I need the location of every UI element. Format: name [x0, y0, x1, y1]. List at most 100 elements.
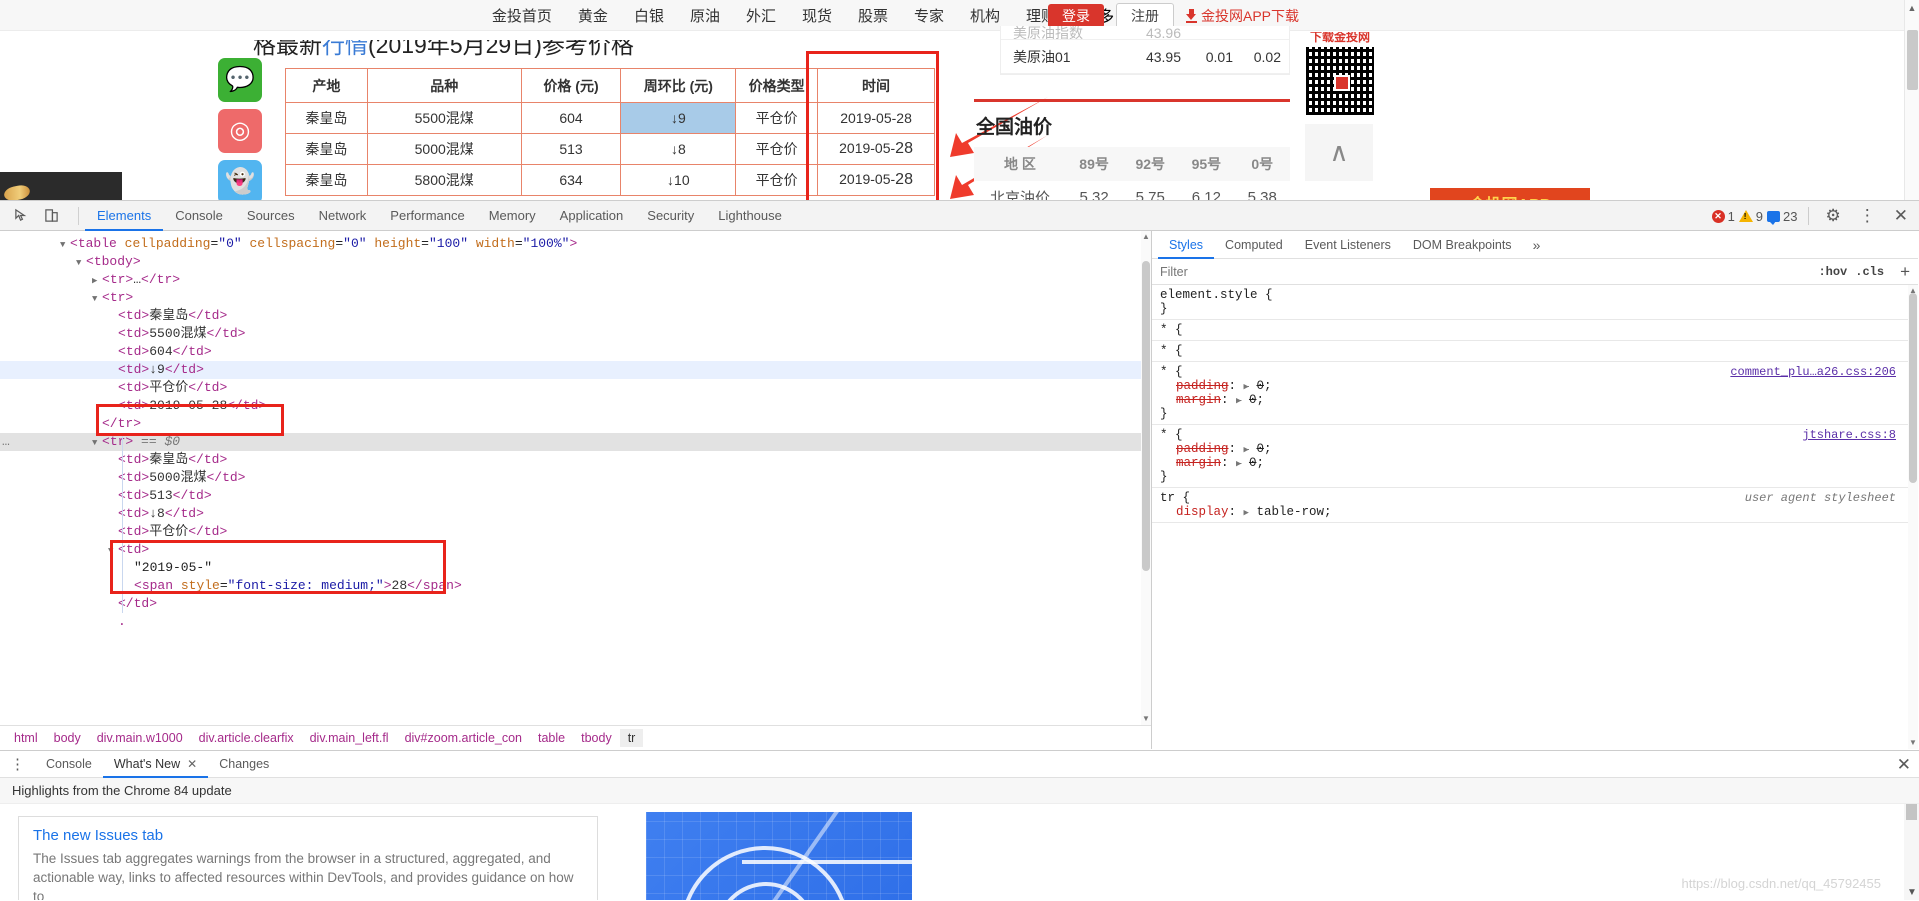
style-property-name[interactable]: padding [1176, 379, 1229, 393]
tab-performance[interactable]: Performance [378, 201, 476, 231]
whats-new-card-title[interactable]: The new Issues tab [33, 827, 583, 844]
node-menu-icon[interactable]: … [2, 433, 11, 451]
elements-scrollbar[interactable]: ▲ ▼ [1141, 231, 1151, 749]
warning-count-badge[interactable]: 9 [1738, 209, 1763, 224]
dom-node-line[interactable]: <td>513</td> [0, 487, 1151, 505]
expand-shorthand-icon[interactable]: ▶ [1244, 445, 1249, 455]
style-rule-selector[interactable]: tr { [1160, 491, 1190, 505]
weibo-share-icon[interactable]: ◎ [218, 109, 262, 153]
dom-node-line[interactable]: ▼ <tbody> [0, 253, 1151, 271]
dom-node-line[interactable]: <td>平仓价</td> [0, 523, 1151, 541]
style-rule[interactable]: * {</span><div class="prop strike" data-… [1152, 341, 1918, 362]
scroll-up-arrow-icon[interactable]: ▲ [1905, 0, 1919, 15]
cell-week-over-week[interactable]: ↓9 [620, 102, 737, 134]
style-rule[interactable]: tr {user agent stylesheet display: ▶ tabl… [1152, 488, 1918, 523]
style-property-value[interactable]: table-row [1256, 505, 1324, 519]
qq-share-icon[interactable]: 👻 [218, 160, 262, 204]
login-button[interactable]: 登录 [1047, 3, 1104, 28]
article-title-link[interactable]: 行情 [322, 40, 368, 58]
table-row[interactable]: 秦皇岛 5000混煤 513 ↓8 平仓价 2019-05-28 [285, 133, 935, 165]
style-property[interactable]: margin: ▶ 0; [1160, 456, 1918, 470]
nav-link-stocks[interactable]: 股票 [858, 5, 888, 26]
nav-link-crude-oil[interactable]: 原油 [690, 5, 720, 26]
style-property[interactable]: padding: ▶ 0; [1160, 379, 1918, 393]
close-tab-icon[interactable]: ✕ [187, 751, 197, 778]
tab-sources[interactable]: Sources [235, 201, 307, 231]
style-rule[interactable]: * {comment_plu…a26.css:206 padding: ▶ 0; m… [1152, 362, 1918, 425]
more-tabs-icon[interactable]: » [1523, 237, 1551, 253]
dom-node-line[interactable]: <span style="font-size: medium;">28</spa… [0, 577, 1151, 595]
disclosure-triangle-icon[interactable]: ▼ [108, 542, 118, 560]
tab-memory[interactable]: Memory [477, 201, 548, 231]
dom-node-line[interactable]: … ▼ <tr> == $0 [0, 433, 1151, 451]
device-toolbar-icon[interactable] [40, 205, 62, 227]
tab-lighthouse[interactable]: Lighthouse [706, 201, 794, 231]
disclosure-triangle-icon[interactable]: ▼ [60, 236, 70, 254]
scroll-up-arrow-icon[interactable]: ▲ [1142, 232, 1150, 241]
drawer-tab-whats-new[interactable]: What's New ✕ [103, 751, 208, 778]
drawer-scrollbar[interactable]: ▼ [1904, 804, 1919, 900]
dom-node-line[interactable]: "2019-05-" [0, 559, 1151, 577]
breadcrumb-item-body[interactable]: body [46, 729, 89, 747]
wechat-share-icon[interactable]: 💬 [218, 58, 262, 102]
expand-shorthand-icon[interactable]: ▶ [1236, 396, 1241, 406]
styles-scrollbar[interactable]: ▲ ▼ [1908, 285, 1918, 749]
style-rule-selector[interactable]: * { [1160, 323, 1183, 337]
table-row[interactable]: 秦皇岛 5500混煤 604 ↓9 平仓价 2019-05-28 [285, 102, 935, 134]
register-button[interactable]: 注册 [1115, 2, 1174, 29]
style-property-value[interactable]: 0 [1256, 379, 1264, 393]
scroll-down-arrow-icon[interactable]: ▼ [1142, 714, 1150, 723]
dom-node-line[interactable]: ▼ <table cellpadding="0" cellspacing="0" … [0, 235, 1151, 253]
expand-shorthand-icon[interactable]: ▶ [1244, 508, 1249, 518]
style-property-name[interactable]: display [1176, 505, 1229, 519]
nav-link-silver[interactable]: 白银 [634, 5, 664, 26]
toggle-hov-button[interactable]: :hov [1818, 265, 1847, 279]
tab-console[interactable]: Console [163, 201, 235, 231]
dom-node-line[interactable]: <td>2019-05-28</td> [0, 397, 1151, 415]
style-property-value[interactable]: 0 [1249, 456, 1257, 470]
disclosure-triangle-icon[interactable]: ▼ [92, 290, 102, 308]
style-rule[interactable]: * {jtshare.css:8 padding: ▶ 0; margin: ▶ 0… [1152, 425, 1918, 488]
close-drawer-icon[interactable]: ✕ [1897, 755, 1911, 775]
app-download-link[interactable]: 金投网APP下载 [1185, 6, 1299, 26]
tab-event-listeners[interactable]: Event Listeners [1294, 231, 1402, 259]
breadcrumb-item-tbody[interactable]: tbody [573, 729, 620, 747]
drawer-tab-changes[interactable]: Changes [208, 751, 280, 778]
more-options-icon[interactable]: ⋮ [1852, 206, 1883, 226]
style-rule-selector[interactable]: element.style { [1160, 288, 1273, 302]
drawer-scrollbar-thumb[interactable] [1906, 804, 1917, 820]
back-to-top-button[interactable]: ∧ [1305, 124, 1373, 181]
breadcrumb-item-article[interactable]: div.article.clearfix [191, 729, 302, 747]
style-rule-selector[interactable]: * { [1160, 344, 1183, 358]
style-property[interactable]: margin: ▶ 0; [1160, 393, 1918, 407]
disclosure-triangle-icon[interactable]: ▶ [92, 272, 102, 290]
inspect-element-icon[interactable] [10, 205, 32, 227]
dom-node-line[interactable]: ▼ <tr> [0, 289, 1151, 307]
error-count-badge[interactable]: ✕ 1 [1711, 209, 1735, 224]
breadcrumb-item-tr[interactable]: tr [619, 728, 644, 747]
tab-elements[interactable]: Elements [85, 201, 163, 231]
dom-node-line[interactable]: </td> [0, 595, 1151, 613]
scroll-down-arrow-icon[interactable]: ▼ [1909, 738, 1917, 747]
nav-link-spot[interactable]: 现货 [802, 5, 832, 26]
tab-dom-breakpoints[interactable]: DOM Breakpoints [1402, 231, 1523, 259]
dom-node-line[interactable]: <td>↓8</td> [0, 505, 1151, 523]
dom-node-line[interactable]: ▶ <tr>…</tr> [0, 271, 1151, 289]
breadcrumb-item-table[interactable]: table [530, 729, 573, 747]
style-property[interactable]: display: ▶ table-row; [1160, 505, 1918, 519]
dom-node-line[interactable]: </tr> [0, 415, 1151, 433]
nav-link-institutions[interactable]: 机构 [970, 5, 1000, 26]
dom-node-line[interactable]: <td>↓9</td> [0, 361, 1151, 379]
dom-node-line[interactable]: <td>604</td> [0, 343, 1151, 361]
style-rule[interactable]: * {</span><div class="prop" data-name="s… [1152, 320, 1918, 341]
nav-link-home[interactable]: 金投首页 [492, 5, 552, 26]
disclosure-triangle-icon[interactable]: ▼ [76, 254, 86, 272]
expand-shorthand-icon[interactable]: ▶ [1236, 459, 1241, 469]
tab-styles[interactable]: Styles [1158, 231, 1214, 259]
scroll-down-arrow-icon[interactable]: ▼ [1907, 887, 1917, 898]
tab-computed[interactable]: Computed [1214, 231, 1294, 259]
close-icon[interactable]: ✕ [1887, 206, 1915, 226]
style-rule-source[interactable]: comment_plu…a26.css:206 [1730, 365, 1896, 379]
style-rule-source[interactable]: jtshare.css:8 [1802, 428, 1896, 442]
tab-security[interactable]: Security [635, 201, 706, 231]
